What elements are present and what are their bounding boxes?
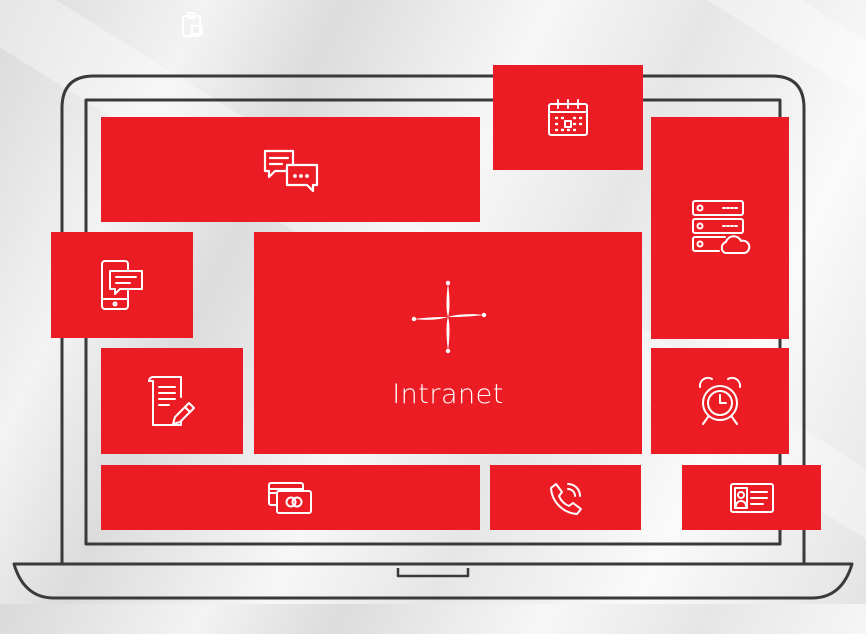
id-card-tile[interactable] (682, 465, 821, 530)
payment-cards-icon (267, 481, 312, 514)
mobile-message-icon (101, 260, 143, 310)
intranet-logo-icon (411, 280, 487, 353)
chat-tile[interactable] (101, 117, 480, 222)
document-edit-icon (148, 376, 195, 426)
calendar-tile[interactable] (493, 65, 643, 170)
calendar-icon (548, 98, 588, 136)
phone-tile[interactable] (490, 465, 641, 530)
intranet-tile[interactable]: Intranet (254, 232, 642, 454)
phone-call-icon (549, 482, 582, 515)
mobile-message-tile[interactable] (51, 232, 193, 338)
alarm-clock-icon (698, 376, 742, 425)
illustration: Intranet (0, 0, 866, 604)
document-edit-tile[interactable] (101, 348, 243, 454)
id-card-icon (729, 482, 774, 513)
server-cloud-icon (692, 200, 751, 254)
alarm-tile[interactable] (651, 348, 789, 454)
server-tile[interactable] (651, 117, 789, 339)
chat-bubbles-icon (263, 149, 318, 192)
intranet-label: Intranet (392, 378, 504, 410)
payment-cards-tile[interactable] (101, 465, 480, 530)
